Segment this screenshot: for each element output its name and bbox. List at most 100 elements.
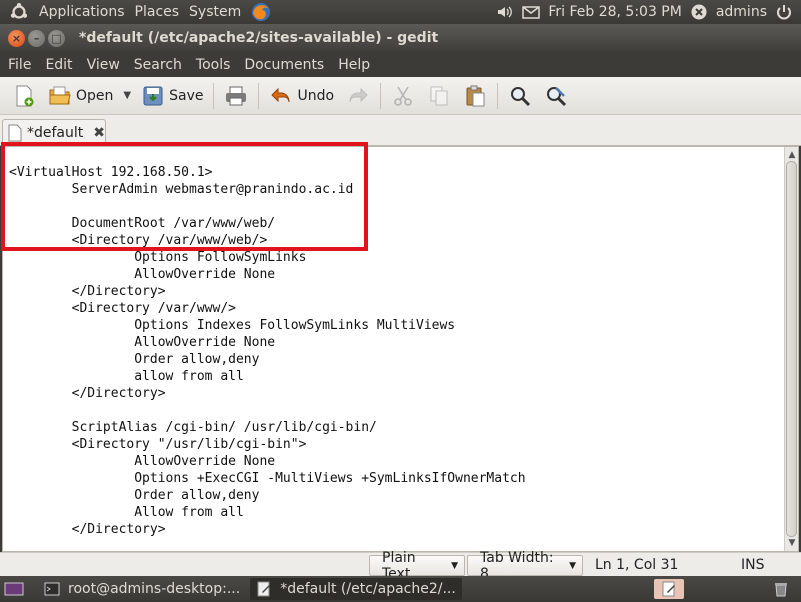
code-line[interactable]: ScriptAlias /cgi-bin/ /usr/lib/cgi-bin/ <box>9 419 526 436</box>
menu-edit[interactable]: Edit <box>37 57 78 73</box>
language-selector[interactable]: Plain Text ▼ <box>369 550 465 582</box>
open-button[interactable]: Open <box>42 81 119 111</box>
copy-icon <box>430 86 448 105</box>
terminal-icon <box>44 582 60 596</box>
find-button[interactable] <box>502 81 538 111</box>
print-button[interactable] <box>218 81 254 111</box>
window-title: *default (/etc/apache2/sites-available) … <box>79 30 439 46</box>
user-name[interactable]: admins <box>716 4 767 20</box>
toolbar: Open ▼ Save Undo <box>0 77 801 115</box>
save-button[interactable]: Save <box>135 81 209 111</box>
scroll-down-arrow-icon[interactable]: ▼ <box>786 536 798 550</box>
redo-icon <box>349 87 368 102</box>
maximize-window-button[interactable]: □ <box>48 29 65 47</box>
new-button[interactable] <box>6 81 42 111</box>
chevron-down-icon: ▼ <box>123 90 132 101</box>
code-line[interactable]: Order allow,deny <box>9 351 526 368</box>
menu-search[interactable]: Search <box>126 57 188 73</box>
top-panel: Applications Places System Fri Feb 28, 5… <box>0 0 801 24</box>
code-line[interactable]: AllowOverride None <box>9 334 526 351</box>
window-titlebar[interactable]: × – □ *default (/etc/apache2/sites-avail… <box>0 24 801 52</box>
open-label: Open <box>76 87 114 104</box>
menu-documents[interactable]: Documents <box>236 57 330 73</box>
highlight-annotation-box <box>1 142 368 251</box>
bottom-taskbar: root@admins-desktop:... *default (/etc/a… <box>0 576 801 602</box>
trash-button[interactable] <box>773 578 789 600</box>
code-line[interactable]: Options FollowSymLinks <box>9 249 526 266</box>
code-line[interactable]: Options +ExecCGI -MultiViews +SymLinksIf… <box>9 470 525 487</box>
system-menu[interactable]: System <box>184 4 246 20</box>
taskbar-item-terminal[interactable]: root@admins-desktop:... <box>38 578 246 600</box>
applications-menu[interactable]: Applications <box>34 4 130 20</box>
code-line[interactable]: <Directory "/usr/lib/cgi-bin"> <box>9 436 526 453</box>
taskbar-label: root@admins-desktop:... <box>68 581 241 597</box>
taskbar-item-gedit[interactable]: *default (/etc/apache2/... <box>250 578 462 600</box>
workspace-editor-icon <box>662 581 675 597</box>
close-window-button[interactable]: × <box>8 29 25 47</box>
cursor-position: Ln 1, Col 31 <box>595 557 679 573</box>
dropdown-arrow-icon: ▼ <box>569 560 576 571</box>
places-menu[interactable]: Places <box>130 4 185 20</box>
code-line[interactable]: allow from all <box>9 368 526 385</box>
code-line[interactable]: <Directory /var/www/> <box>9 300 526 317</box>
dropdown-arrow-icon: ▼ <box>451 560 458 571</box>
save-icon <box>143 86 163 105</box>
new-document-icon <box>16 85 34 106</box>
menu-tools[interactable]: Tools <box>188 57 237 73</box>
paste-icon <box>466 85 485 106</box>
undo-button[interactable]: Undo <box>263 81 340 111</box>
power-icon[interactable] <box>775 3 793 21</box>
printer-icon <box>226 86 247 105</box>
copy-button[interactable] <box>421 81 457 111</box>
show-desktop-button[interactable] <box>2 578 26 600</box>
text-document-icon <box>8 124 22 142</box>
statusbar: Plain Text ▼ Tab Width: 8 ▼ Ln 1, Col 31… <box>0 550 801 582</box>
find-replace-button[interactable] <box>538 81 574 111</box>
code-line[interactable]: AllowOverride None <box>9 266 526 283</box>
text-editor-icon <box>257 581 271 597</box>
scrollbar-thumb[interactable] <box>786 161 797 537</box>
toolbar-separator <box>258 82 260 109</box>
code-line[interactable] <box>9 402 526 419</box>
user-status-icon[interactable] <box>690 3 708 21</box>
tab-width-selector[interactable]: Tab Width: 8 ▼ <box>467 550 583 582</box>
code-line[interactable]: </Directory> <box>9 521 526 538</box>
cut-button[interactable] <box>385 81 421 111</box>
menu-help[interactable]: Help <box>330 57 376 73</box>
vertical-scrollbar[interactable]: ▲ ▼ <box>784 147 798 551</box>
insert-mode: INS <box>741 557 765 573</box>
code-line[interactable]: Order allow,deny <box>9 487 526 504</box>
scissors-icon <box>394 86 412 106</box>
taskbar-label: *default (/etc/apache2/... <box>280 581 456 597</box>
find-replace-icon <box>547 86 567 106</box>
menu-file[interactable]: File <box>0 57 37 73</box>
toolbar-separator <box>380 82 382 109</box>
mail-icon[interactable] <box>522 3 541 21</box>
redo-button[interactable] <box>340 81 376 111</box>
scroll-up-arrow-icon[interactable]: ▲ <box>786 148 798 162</box>
code-line[interactable]: Options Indexes FollowSymLinks MultiView… <box>9 317 526 334</box>
workspace-indicator[interactable] <box>654 579 684 599</box>
ubuntu-logo-icon[interactable] <box>8 1 30 23</box>
code-line[interactable]: AllowOverride None <box>9 453 526 470</box>
minimize-window-button[interactable]: – <box>28 29 45 47</box>
firefox-icon[interactable] <box>250 1 272 23</box>
clock[interactable]: Fri Feb 28, 5:03 PM <box>548 4 682 20</box>
code-line[interactable]: </Directory> <box>9 385 526 402</box>
menubar: File Edit View Search Tools Documents He… <box>0 52 801 77</box>
paste-button[interactable] <box>457 81 493 111</box>
code-line[interactable]: Allow from all <box>9 504 526 521</box>
code-line[interactable]: </Directory> <box>9 283 526 300</box>
trash-icon <box>775 583 787 597</box>
menu-view[interactable]: View <box>79 57 126 73</box>
show-desktop-icon <box>4 582 24 596</box>
open-folder-icon <box>49 86 71 104</box>
close-tab-icon[interactable]: ✖ <box>93 125 105 141</box>
open-dropdown-arrow[interactable]: ▼ <box>119 81 135 111</box>
volume-icon[interactable] <box>496 3 514 21</box>
toolbar-separator <box>497 82 499 109</box>
save-label: Save <box>169 87 204 104</box>
undo-icon <box>271 87 290 102</box>
toolbar-separator <box>213 82 215 109</box>
search-icon <box>511 86 531 106</box>
